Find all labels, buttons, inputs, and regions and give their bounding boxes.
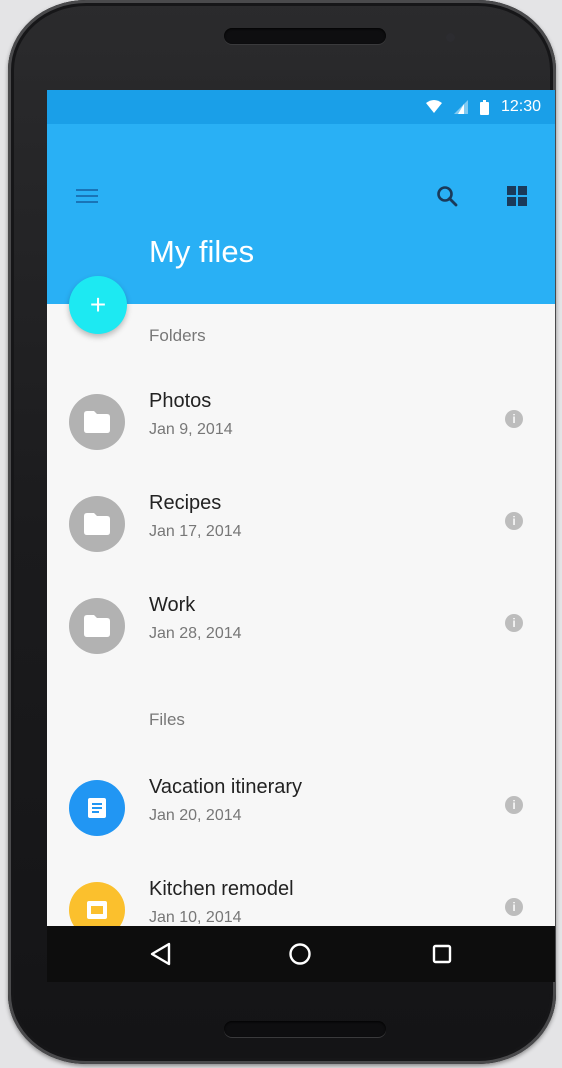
cellular-signal-icon	[453, 100, 468, 114]
document-icon	[69, 780, 125, 836]
file-name: Kitchen remodel	[149, 878, 294, 900]
top-speaker	[224, 28, 386, 44]
info-icon[interactable]: i	[505, 796, 523, 814]
page-title: My files	[149, 234, 255, 269]
info-icon[interactable]: i	[505, 614, 523, 632]
file-name: Vacation itinerary	[149, 776, 303, 798]
folder-row-work[interactable]: Work Jan 28, 2014 i	[47, 584, 555, 684]
status-icons: 12:30	[425, 98, 541, 116]
folder-name: Work	[149, 594, 196, 616]
folder-icon	[69, 598, 125, 654]
recent-apps-icon[interactable]	[425, 938, 459, 970]
info-icon[interactable]: i	[505, 512, 523, 530]
folder-icon	[69, 496, 125, 552]
files-section-header: Files	[149, 710, 185, 729]
folder-date: Jan 17, 2014	[149, 523, 242, 540]
home-icon[interactable]	[283, 938, 317, 970]
screen: 12:30 My files + Folders Photos Jan 9, 2…	[47, 90, 555, 982]
file-date: Jan 20, 2014	[149, 807, 242, 824]
info-icon[interactable]: i	[505, 898, 523, 916]
folder-row-recipes[interactable]: Recipes Jan 17, 2014 i	[47, 482, 555, 582]
grid-view-icon[interactable]	[501, 180, 533, 212]
add-fab-button[interactable]: +	[69, 276, 127, 334]
folders-section-header: Folders	[149, 326, 206, 345]
battery-icon	[479, 99, 489, 115]
info-icon[interactable]: i	[505, 410, 523, 428]
folder-date: Jan 28, 2014	[149, 625, 242, 642]
front-camera	[446, 33, 455, 42]
phone-frame: 12:30 My files + Folders Photos Jan 9, 2…	[8, 0, 556, 1064]
app-bar: My files	[47, 124, 555, 304]
search-icon[interactable]	[431, 180, 463, 212]
folder-name: Recipes	[149, 492, 222, 514]
folder-name: Photos	[149, 390, 212, 412]
file-date: Jan 10, 2014	[149, 909, 242, 926]
file-row-vacation-itinerary[interactable]: Vacation itinerary Jan 20, 2014 i	[47, 766, 555, 866]
folder-row-photos[interactable]: Photos Jan 9, 2014 i	[47, 380, 555, 480]
folder-date: Jan 9, 2014	[149, 421, 233, 438]
folder-icon	[69, 394, 125, 450]
navigation-bar	[47, 926, 555, 982]
menu-icon[interactable]	[71, 180, 103, 212]
back-icon[interactable]	[143, 938, 177, 970]
wifi-icon	[425, 100, 442, 114]
clock: 12:30	[500, 98, 541, 115]
bottom-speaker	[224, 1021, 386, 1037]
status-bar: 12:30	[47, 90, 555, 124]
